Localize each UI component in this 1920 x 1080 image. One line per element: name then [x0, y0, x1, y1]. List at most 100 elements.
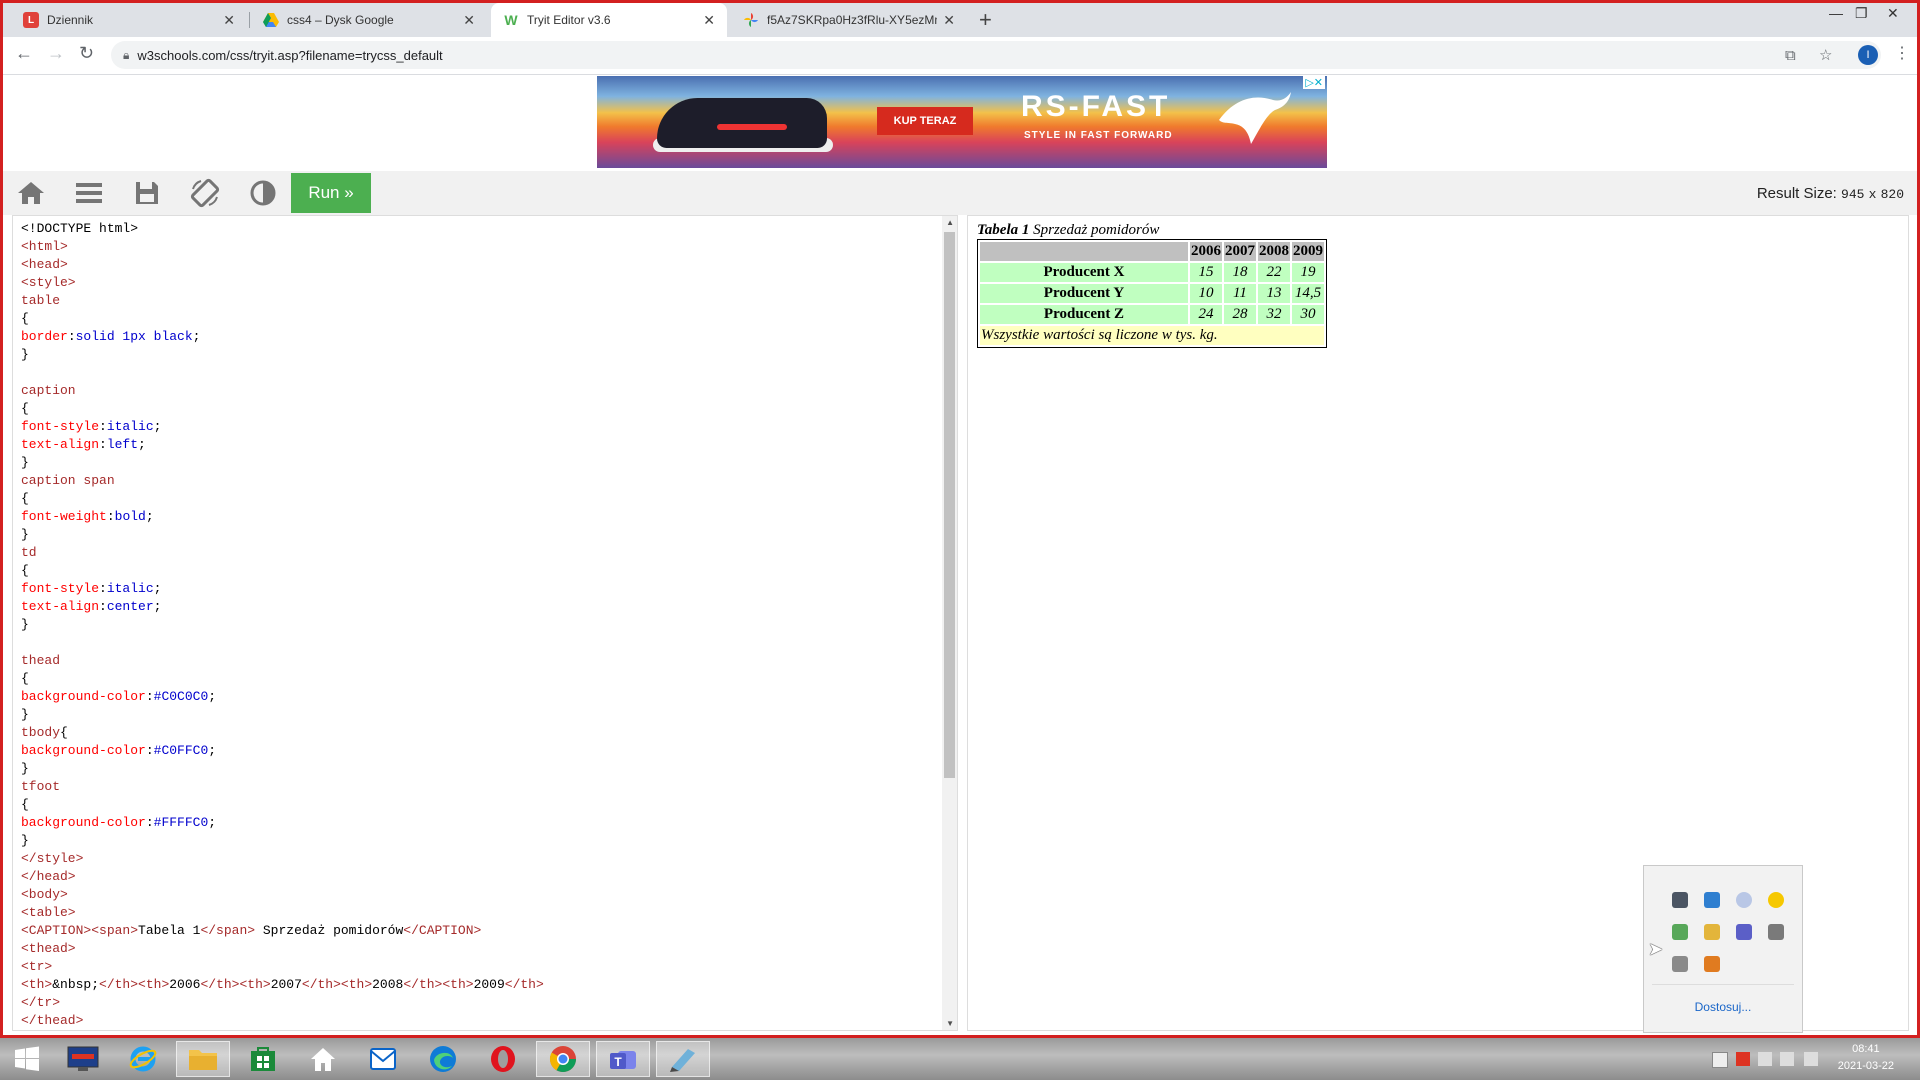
contrast-icon[interactable] — [247, 177, 279, 209]
back-button[interactable]: ← — [15, 43, 33, 64]
system-clock[interactable]: 08:41 2021-03-22 — [1838, 1041, 1894, 1075]
device-icon[interactable] — [1758, 1052, 1772, 1066]
editor-scrollbar[interactable]: ▲ ▼ — [942, 216, 957, 1030]
code-line[interactable]: { — [21, 670, 544, 688]
code-line[interactable]: <style> — [21, 274, 544, 292]
close-tab-icon[interactable]: ✕ — [703, 12, 715, 29]
security-alert-icon[interactable] — [1736, 1052, 1750, 1066]
start-button[interactable] — [0, 1041, 54, 1077]
teams-tray-icon[interactable] — [1736, 924, 1752, 940]
code-line[interactable]: { — [21, 796, 544, 814]
code-line[interactable]: thead — [21, 652, 544, 670]
code-line[interactable]: tbody{ — [21, 724, 544, 742]
internet-explorer-icon[interactable] — [116, 1041, 170, 1077]
url-bar[interactable]: 🔒︎ w3schools.com/css/tryit.asp?filename=… — [111, 41, 1881, 69]
customize-link[interactable]: Dostosuj... — [1644, 1000, 1802, 1014]
code-line[interactable]: { — [21, 310, 544, 328]
tab-google-drive[interactable]: css4 – Dysk Google ✕ — [251, 3, 487, 37]
code-editor[interactable]: <!DOCTYPE html> <html> <head> <style> table {… — [12, 215, 958, 1031]
ad-banner[interactable]: KUP TERAZ RS-FAST STYLE IN FAST FORWARD … — [597, 76, 1327, 168]
code-line[interactable]: font-weight:bold; — [21, 508, 544, 526]
code-line[interactable]: { — [21, 400, 544, 418]
code-line[interactable]: background-color:#FFFFC0; — [21, 814, 544, 832]
code-line[interactable]: { — [21, 490, 544, 508]
code-line[interactable]: font-style:italic; — [21, 580, 544, 598]
code-line[interactable]: } — [21, 706, 544, 724]
save-icon[interactable] — [131, 177, 163, 209]
code-line[interactable]: font-style:italic; — [21, 418, 544, 436]
adchoices-icon[interactable]: ▷✕ — [1303, 76, 1325, 89]
code-line[interactable]: border:solid 1px black; — [21, 328, 544, 346]
code-line[interactable]: tfoot — [21, 778, 544, 796]
code-line[interactable]: <th>&nbsp;</th><th>2006</th><th>2007</th… — [21, 976, 544, 994]
tab-google-photos[interactable]: f5Az7SKRpa0Hz3fRlu-XY5ezMm ✕ — [731, 3, 967, 37]
code-line[interactable]: td — [21, 544, 544, 562]
profile-avatar[interactable]: I — [1858, 45, 1878, 65]
code-line[interactable]: text-align:left; — [21, 436, 544, 454]
code-line[interactable]: } — [21, 616, 544, 634]
code-line[interactable]: } — [21, 454, 544, 472]
translate-icon[interactable]: ⧉ — [1785, 47, 1796, 64]
minimize-button[interactable]: — — [1829, 5, 1843, 21]
code-line[interactable]: <thead> — [21, 940, 544, 958]
scroll-down-arrow-icon[interactable]: ▼ — [946, 1019, 954, 1028]
security-tray-icon[interactable] — [1672, 924, 1688, 940]
opera-icon[interactable] — [476, 1041, 530, 1077]
code-content[interactable]: <!DOCTYPE html> <html> <head> <style> table {… — [21, 220, 544, 1030]
code-line[interactable]: background-color:#C0FFC0; — [21, 742, 544, 760]
code-line[interactable]: </tr> — [21, 994, 544, 1012]
run-button[interactable]: Run » — [291, 173, 371, 213]
code-line[interactable]: </style> — [21, 850, 544, 868]
mail-icon[interactable] — [356, 1041, 410, 1077]
close-tab-icon[interactable]: ✕ — [463, 12, 475, 29]
browser-menu-icon[interactable]: ⋮ — [1894, 43, 1910, 63]
teams-icon[interactable]: T — [596, 1041, 650, 1077]
code-line[interactable]: <body> — [21, 886, 544, 904]
network-share-tray-icon[interactable] — [1704, 892, 1720, 908]
notepad-app-icon[interactable] — [656, 1041, 710, 1077]
code-line[interactable]: <CAPTION><span>Tabela 1</span> Sprzedaż … — [21, 922, 544, 940]
tab-dziennik[interactable]: L Dziennik ✕ — [11, 3, 247, 37]
rotate-layout-icon[interactable] — [189, 177, 221, 209]
new-tab-button[interactable]: + — [979, 7, 992, 33]
edge-icon[interactable] — [416, 1041, 470, 1077]
close-window-button[interactable]: ✕ — [1887, 5, 1899, 22]
code-line[interactable]: text-align:center; — [21, 598, 544, 616]
chrome-icon[interactable] — [536, 1041, 590, 1077]
app-tray-icon[interactable] — [1704, 956, 1720, 972]
volume-icon[interactable] — [1804, 1052, 1818, 1066]
code-line[interactable]: </thead> — [21, 1012, 544, 1030]
display-tray-icon[interactable] — [1672, 892, 1688, 908]
file-explorer-icon[interactable] — [176, 1041, 230, 1077]
code-line[interactable]: caption — [21, 382, 544, 400]
code-line[interactable]: <html> — [21, 238, 544, 256]
restore-button[interactable]: ❐ — [1855, 5, 1868, 22]
code-line[interactable]: caption span — [21, 472, 544, 490]
editor-scroll-thumb[interactable] — [944, 232, 955, 778]
camera-tray-icon[interactable] — [1768, 924, 1784, 940]
home-icon[interactable] — [15, 177, 47, 209]
update-tray-icon[interactable] — [1768, 892, 1784, 908]
code-line[interactable]: <head> — [21, 256, 544, 274]
package-tray-icon[interactable] — [1704, 924, 1720, 940]
menu-icon[interactable] — [73, 177, 105, 209]
code-line[interactable]: <tr> — [21, 958, 544, 976]
microsoft-store-icon[interactable] — [236, 1041, 290, 1077]
code-line[interactable]: <table> — [21, 904, 544, 922]
forward-button[interactable]: → — [47, 43, 65, 64]
close-tab-icon[interactable]: ✕ — [223, 12, 235, 29]
bookmark-star-icon[interactable]: ☆ — [1819, 46, 1832, 64]
url-text[interactable]: w3schools.com/css/tryit.asp?filename=try… — [137, 48, 442, 63]
network-signal-icon[interactable] — [1780, 1052, 1794, 1066]
code-line[interactable]: table — [21, 292, 544, 310]
code-line[interactable]: } — [21, 832, 544, 850]
reload-button[interactable]: ↻ — [79, 43, 94, 64]
code-line[interactable]: } — [21, 526, 544, 544]
code-line[interactable]: </head> — [21, 868, 544, 886]
printer-tray-icon[interactable] — [1672, 956, 1688, 972]
show-hidden-icons-icon[interactable] — [1712, 1052, 1728, 1068]
scroll-up-arrow-icon[interactable]: ▲ — [946, 218, 954, 227]
code-line[interactable]: } — [21, 346, 544, 364]
tab-tryit-editor[interactable]: W Tryit Editor v3.6 ✕ — [491, 3, 727, 37]
home-app-icon[interactable] — [296, 1041, 350, 1077]
